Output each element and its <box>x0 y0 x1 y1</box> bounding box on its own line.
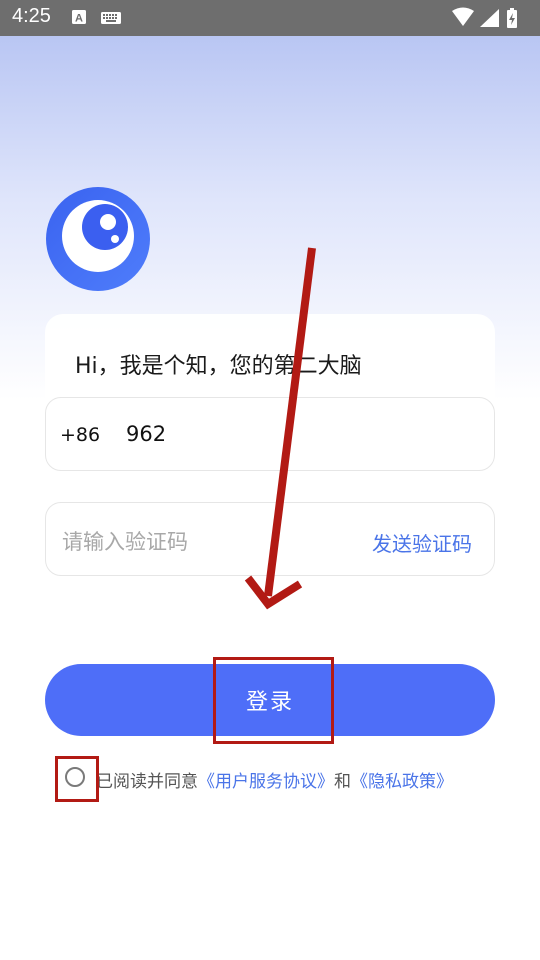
status-right-icons <box>452 7 517 28</box>
country-code[interactable]: +86 <box>60 424 100 446</box>
annotation-arrow <box>244 247 316 610</box>
eye-logo-icon <box>46 187 150 291</box>
phone-input[interactable]: 962 <box>126 422 166 446</box>
privacy-policy-link[interactable]: 《隐私政策》 <box>351 772 453 792</box>
agreement-prefix: 已阅读并同意 <box>96 772 198 792</box>
battery-charging-icon <box>507 8 517 28</box>
cell-signal-icon <box>480 9 499 27</box>
phone-field[interactable]: +86 962 <box>45 397 495 471</box>
agreement-text: 已阅读并同意《用户服务协议》和《隐私政策》 <box>96 767 453 792</box>
user-agreement-link[interactable]: 《用户服务协议》 <box>198 772 334 792</box>
text-a-icon: A <box>72 10 86 24</box>
greeting-text: Hi，我是个知，您的第二大脑 <box>75 354 362 379</box>
status-time: 4:25 <box>12 5 51 27</box>
greeting-card: Hi，我是个知，您的第二大脑 <box>45 314 495 398</box>
keyboard-icon <box>101 12 121 24</box>
send-code-button[interactable]: 发送验证码 <box>372 528 472 557</box>
svg-text:A: A <box>75 13 83 25</box>
login-button[interactable]: 登录 <box>45 664 495 736</box>
status-bar: 4:25 A <box>0 0 540 36</box>
agreement-radio[interactable] <box>65 767 85 787</box>
login-button-label: 登录 <box>245 690 294 715</box>
wifi-icon <box>452 7 474 26</box>
verification-code-field[interactable]: 请输入验证码 发送验证码 <box>45 502 495 576</box>
agreement-and: 和 <box>334 772 351 792</box>
agreement-row: 已阅读并同意《用户服务协议》和《隐私政策》 <box>62 764 522 792</box>
verification-code-input[interactable]: 请输入验证码 <box>62 526 188 556</box>
